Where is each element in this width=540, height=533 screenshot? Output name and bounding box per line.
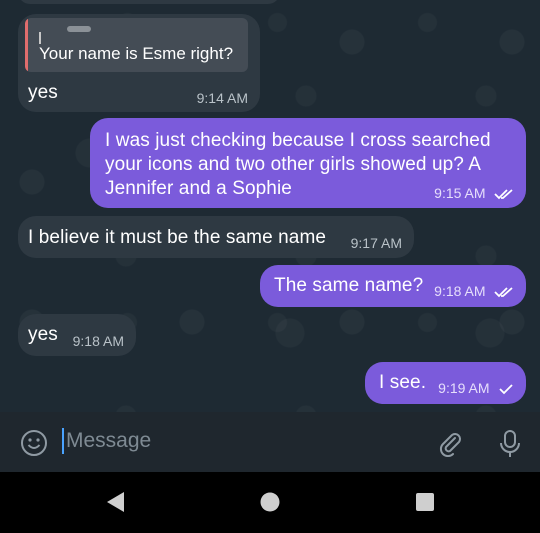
message-time: 9:14 AM [196,90,248,106]
message-time: 9:18 AM [434,283,486,299]
emoji-icon[interactable] [20,429,48,457]
message-text: yes [28,82,58,103]
home-circle-icon[interactable] [259,491,281,513]
double-check-icon [494,287,513,298]
chat-screen: Your name is Esme right? yes 9:14 AM I w… [0,0,540,533]
reply-accent-bar [25,18,28,72]
message-composer: Message [0,412,540,472]
previous-message-edge [18,0,280,4]
message-text: The same name? [274,275,424,296]
message-line: your icons and two other girls showed up… [105,154,482,175]
microphone-icon[interactable] [498,429,522,459]
message-bubble-incoming[interactable]: Your name is Esme right? yes 9:14 AM [18,14,260,112]
message-line: Jennifer and a Sophie [105,178,292,199]
message-time: 9:18 AM [72,333,124,349]
message-bubble-outgoing[interactable]: The same name? 9:18 AM [260,265,526,307]
reply-preview-text: Your name is Esme right? [39,44,234,63]
message-bubble-outgoing[interactable]: I see. 9:19 AM [365,362,526,404]
message-time: 9:19 AM [438,380,490,396]
recents-square-icon[interactable] [414,491,436,513]
system-navigation-bar [0,472,540,533]
double-check-icon [494,189,513,200]
message-line: I was just checking because I cross sear… [105,130,491,151]
message-input[interactable]: Message [62,428,151,454]
message-text: yes [28,324,58,345]
paperclip-icon[interactable] [436,429,464,457]
message-text: I believe it must be the same name [28,227,327,248]
message-bubble-incoming[interactable]: I believe it must be the same name 9:17 … [18,216,414,258]
message-bubble-incoming[interactable]: yes 9:18 AM [18,314,136,356]
reply-author-mark [39,32,49,44]
reply-author-redacted [67,26,91,32]
message-bubble-outgoing[interactable]: I was just checking because I cross sear… [90,118,526,208]
message-text: I see. [379,372,427,393]
back-triangle-icon[interactable] [104,490,126,514]
quoted-reply[interactable]: Your name is Esme right? [25,18,248,72]
single-check-icon [499,384,513,395]
message-time: 9:17 AM [350,235,402,251]
message-time: 9:15 AM [434,185,486,201]
